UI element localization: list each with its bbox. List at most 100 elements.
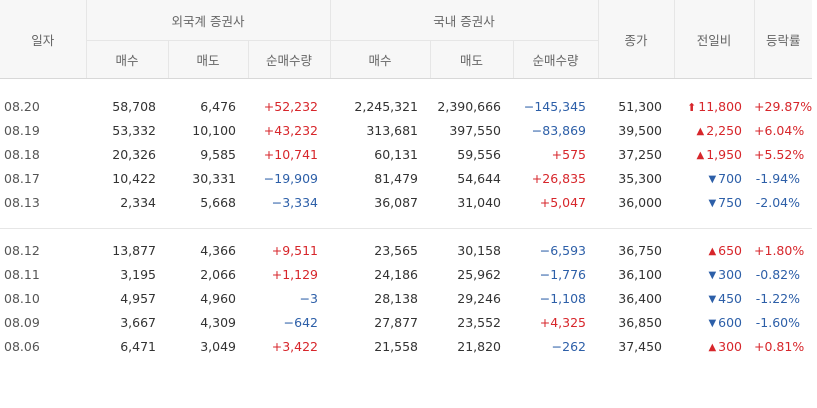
divider-line [0,228,813,229]
cell-foreign-buy: 3,195 [120,266,156,282]
change-value: 300 [718,266,743,282]
cell-rate: -1.60% [755,314,801,330]
cell-foreign-buy: 58,708 [112,98,156,114]
group-divider [0,214,813,234]
cell-foreign-net: +43,232 [263,122,319,138]
cell-domestic-buy: 21,558 [374,338,419,354]
cell-change: ▼ 750 [674,190,754,214]
cell-foreign-net: −3 [299,290,319,306]
cell-rate: +6.04% [754,122,805,138]
cell-rate: -1.22% [755,290,801,306]
cell-date: 08.06 [4,338,40,354]
cell-domestic-net: −262 [551,338,587,354]
trading-table-container: 일자 외국계 증권사 국내 증권사 종가 전일비 등락률 매수 매도 순매수량 … [0,0,817,408]
cell-foreign-buy: 4,957 [120,290,156,306]
table-row: 08.10 4,957 4,960 −3 28,138 29,246 −1,108 36,40… [0,286,812,310]
cell-date: 08.10 [4,290,40,306]
cell-change: ▲ 2,250 [674,118,754,142]
spacer-row [0,79,812,95]
down-triangle-icon: ▼ [708,269,717,281]
cell-foreign-sell: 4,960 [200,290,236,306]
header-foreign-brokers: 외국계 증권사 [85,0,331,41]
cell-change: ▼ 300 [674,262,754,286]
change-value: 600 [718,314,743,330]
cell-domestic-buy: 23,565 [374,242,419,258]
table-row: 08.18 20,326 9,585 +10,741 60,131 59,556 +575 3… [0,142,812,166]
cell-close: 36,000 [618,194,663,210]
cell-foreign-net: −3,334 [271,194,319,210]
cell-foreign-net: +1,129 [271,266,319,282]
change-value: 11,800 [698,98,743,114]
cell-domestic-net: −145,345 [523,98,587,114]
cell-date: 08.19 [4,122,40,138]
cell-foreign-buy: 20,326 [112,146,156,162]
change-value: 2,250 [706,122,743,138]
cell-domestic-sell: 54,644 [457,170,502,186]
table-row: 08.09 3,667 4,309 −642 27,877 23,552 +4,325 36,… [0,310,812,334]
down-triangle-icon: ▼ [708,173,717,185]
cell-date: 08.09 [4,314,40,330]
header-foreign-net: 순매수량 [247,40,331,79]
cell-foreign-buy: 53,332 [112,122,156,138]
header-rate: 등락률 [753,0,813,79]
cell-foreign-buy: 6,471 [120,338,156,354]
cell-date: 08.12 [4,242,40,258]
cell-foreign-sell: 3,049 [200,338,236,354]
cell-foreign-sell: 4,309 [200,314,236,330]
cell-rate: +29.87% [754,98,813,114]
cell-foreign-buy: 2,334 [120,194,156,210]
cell-foreign-sell: 4,366 [200,242,236,258]
header-date: 일자 [0,0,86,79]
change-value: 300 [718,338,743,354]
header-foreign-buy: 매수 [85,40,168,79]
cell-rate: -1.94% [755,170,801,186]
cell-foreign-sell: 6,476 [200,98,236,114]
cell-domestic-buy: 60,131 [374,146,419,162]
cell-change: ▼ 700 [674,166,754,190]
change-value: 1,950 [706,146,743,162]
header-domestic-buy: 매수 [329,40,431,79]
cell-change: ▲ 650 [674,238,754,262]
cell-foreign-sell: 2,066 [200,266,236,282]
cell-close: 36,100 [618,266,663,282]
cell-domestic-net: −83,869 [531,122,587,138]
cell-change: ▼ 600 [674,310,754,334]
cell-foreign-net: +10,741 [263,146,319,162]
cell-domestic-sell: 31,040 [457,194,502,210]
cell-domestic-buy: 24,186 [374,266,419,282]
cell-domestic-sell: 397,550 [449,122,502,138]
cell-change: ▲ 300 [674,334,754,358]
change-value: 750 [718,194,743,210]
cell-domestic-buy: 81,479 [374,170,419,186]
cell-rate: +0.81% [754,338,805,354]
cell-foreign-buy: 10,422 [112,170,156,186]
cell-close: 37,250 [618,146,663,162]
table-row: 08.06 6,471 3,049 +3,422 21,558 21,820 −262 37,… [0,334,812,358]
cell-change: ⬆ 11,800 [674,94,754,118]
cell-domestic-buy: 27,877 [374,314,419,330]
table-body: 08.20 58,708 6,476 +52,232 2,245,321 2,390,66… [0,79,812,359]
cell-domestic-buy: 2,245,321 [354,98,419,114]
cell-date: 08.13 [4,194,40,210]
cell-foreign-net: −642 [283,314,319,330]
cell-close: 51,300 [618,98,663,114]
header-domestic-net: 순매수량 [512,40,599,79]
up-triangle-icon: ▲ [696,149,705,161]
cell-foreign-net: +52,232 [263,98,319,114]
cell-foreign-net: +9,511 [271,242,319,258]
broker-trading-table: 일자 외국계 증권사 국내 증권사 종가 전일비 등락률 매수 매도 순매수량 … [0,0,812,358]
cell-domestic-sell: 21,820 [457,338,502,354]
down-triangle-icon: ▼ [708,317,717,329]
change-value: 650 [718,242,743,258]
cell-foreign-net: −19,909 [263,170,319,186]
upper-limit-arrow-icon: ⬆ [687,100,697,114]
cell-domestic-sell: 23,552 [457,314,502,330]
table-row: 08.19 53,332 10,100 +43,232 313,681 397,550 −8… [0,118,812,142]
cell-domestic-net: −1,108 [539,290,587,306]
cell-change: ▼ 450 [674,286,754,310]
table-header: 일자 외국계 증권사 국내 증권사 종가 전일비 등락률 매수 매도 순매수량 … [0,0,813,79]
header-domestic-brokers: 국내 증권사 [329,0,599,41]
cell-rate: +5.52% [754,146,805,162]
cell-rate: -2.04% [755,194,801,210]
cell-foreign-buy: 3,667 [120,314,156,330]
